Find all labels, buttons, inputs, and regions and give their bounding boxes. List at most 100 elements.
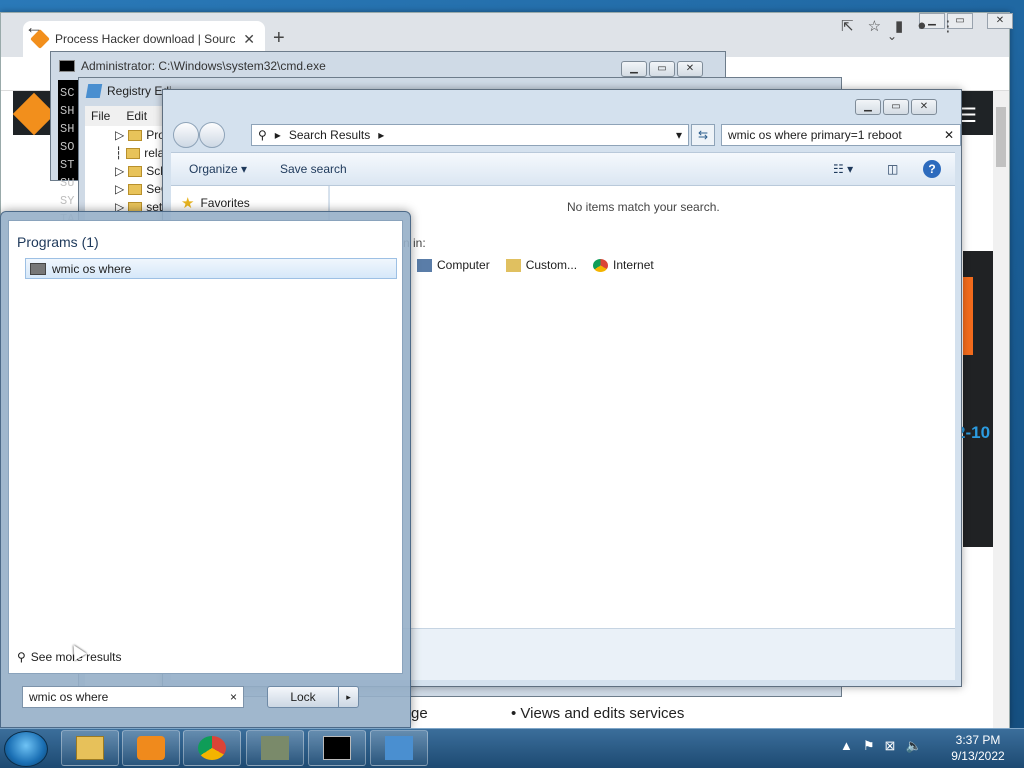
- start-menu: Programs (1) wmic os where ⚲ See more re…: [0, 211, 411, 728]
- share-icon[interactable]: ⇱: [841, 17, 854, 35]
- star-icon: ★: [181, 195, 195, 212]
- view-options-icon[interactable]: ☷ ▾: [833, 162, 853, 176]
- organize-button[interactable]: Organize ▾: [189, 162, 247, 176]
- program-icon: [30, 262, 46, 275]
- search-locations: s Computer Custom... Internet: [395, 258, 654, 272]
- page-bottom-text: • Views and edits services: [511, 705, 685, 722]
- process-hacker-icon: [261, 736, 289, 760]
- network-icon[interactable]: ⊠: [885, 738, 896, 754]
- start-search-input[interactable]: wmic os where ×: [22, 686, 244, 708]
- folder-icon: [128, 129, 143, 141]
- taskbar-chrome[interactable]: [183, 730, 241, 766]
- back-icon[interactable]: ←: [25, 17, 43, 38]
- forward-icon[interactable]: [199, 122, 225, 148]
- toolbar-icons: ⇱ ☆ ▮ ● ⋮: [841, 17, 955, 35]
- lock-button[interactable]: Lock ▸: [267, 686, 359, 708]
- breadcrumb-arrow-icon: ▸: [378, 128, 385, 142]
- search-input[interactable]: wmic os where primary=1 reboot ✕: [721, 124, 961, 146]
- cmd-titlebar[interactable]: Administrator: C:\Windows\system32\cmd.e…: [59, 56, 699, 76]
- taskbar-cmd[interactable]: [308, 730, 366, 766]
- scrollbar-thumb[interactable]: [996, 107, 1006, 167]
- volume-icon[interactable]: 🔈: [905, 738, 921, 754]
- folder-icon: [128, 183, 143, 195]
- console-icon: [323, 736, 351, 760]
- cmd-window-controls: ▁ ▭ ✕: [621, 61, 703, 77]
- regedit-titlebar[interactable]: Registry Edi: [85, 84, 172, 98]
- breadcrumb-arrow-icon: ▸: [274, 128, 281, 142]
- help-icon[interactable]: ?: [923, 160, 941, 178]
- show-hidden-icons[interactable]: ▲: [840, 738, 853, 754]
- navigation-row: ⚲ ▸ Search Results ▸ ▾ ⇆ wmic os where p…: [171, 122, 961, 150]
- taskbar-regedit[interactable]: [370, 730, 428, 766]
- menu-file[interactable]: File: [91, 109, 110, 123]
- tree-node[interactable]: ▷ Sch: [115, 164, 167, 178]
- console-line: SO: [60, 140, 75, 154]
- command-bar: Organize ▾ Save search ☷ ▾ ◫ ?: [171, 152, 955, 186]
- location-computer[interactable]: Computer: [417, 258, 490, 272]
- cmd-title: Administrator: C:\Windows\system32\cmd.e…: [81, 59, 326, 73]
- address-text: Search Results: [288, 128, 371, 142]
- console-line: SU: [60, 176, 75, 190]
- side-panel-icon[interactable]: ▮: [895, 17, 903, 35]
- page-bottom-left-text: ge: [411, 705, 428, 722]
- close-icon[interactable]: ✕: [911, 99, 937, 115]
- program-result[interactable]: wmic os where: [25, 258, 397, 279]
- start-button[interactable]: [4, 731, 48, 767]
- bookmark-star-icon[interactable]: ☆: [868, 17, 881, 35]
- shutdown-options-icon[interactable]: ▸: [338, 687, 358, 707]
- tree-node[interactable]: ┆ rela: [115, 146, 164, 160]
- close-icon[interactable]: ✕: [677, 61, 703, 77]
- folder-icon: [76, 736, 104, 760]
- menu-dots-icon[interactable]: ⋮: [940, 17, 955, 35]
- menu-edit[interactable]: Edit: [126, 109, 147, 123]
- start-results-panel: [8, 220, 403, 674]
- action-center-icon[interactable]: ⚑: [863, 738, 875, 754]
- taskbar-clock[interactable]: 3:37 PM 9/13/2022: [946, 732, 1010, 764]
- search-query: wmic os where primary=1 reboot: [728, 128, 902, 142]
- console-line: SH: [60, 122, 75, 136]
- profile-icon[interactable]: ●: [917, 17, 926, 35]
- chrome-icon: [593, 258, 609, 272]
- tab-title: Process Hacker download | SourceForge.ne…: [55, 32, 236, 46]
- location-internet[interactable]: Internet: [593, 258, 654, 272]
- search-icon: ⚲: [258, 128, 267, 142]
- maximize-icon[interactable]: ▭: [649, 61, 675, 77]
- console-lines: SC SH SH SO ST SU SY TA: [60, 84, 74, 228]
- folder-icon: [128, 165, 143, 177]
- regedit-icon: [85, 84, 103, 98]
- back-icon[interactable]: [173, 122, 199, 148]
- clear-search-icon[interactable]: ✕: [944, 128, 954, 142]
- new-tab-icon[interactable]: +: [273, 27, 285, 50]
- regedit-icon: [385, 736, 413, 760]
- close-icon[interactable]: ✕: [987, 13, 1013, 29]
- start-search-text: wmic os where: [29, 690, 109, 704]
- favorites-item[interactable]: ★ Favorites: [181, 194, 250, 212]
- preview-pane-icon[interactable]: ◫: [887, 162, 898, 176]
- minimize-icon[interactable]: ▁: [855, 99, 881, 115]
- console-line: SH: [60, 104, 75, 118]
- folder-icon: [505, 258, 521, 272]
- lock-label[interactable]: Lock: [268, 687, 338, 707]
- save-search-button[interactable]: Save search: [280, 162, 347, 176]
- computer-icon: [417, 258, 432, 272]
- address-bar[interactable]: ⚲ ▸ Search Results ▸ ▾: [251, 124, 689, 146]
- page-scrollbar[interactable]: [993, 91, 1009, 729]
- clock-time: 3:37 PM: [955, 733, 1001, 747]
- maximize-icon[interactable]: ▭: [883, 99, 909, 115]
- tab-close-icon[interactable]: ✕: [243, 31, 255, 48]
- folder-icon: [126, 147, 141, 159]
- console-line: SY: [60, 194, 75, 208]
- ad-graphic: [963, 277, 973, 355]
- taskbar-media-player[interactable]: [122, 730, 180, 766]
- console-icon: [59, 60, 75, 72]
- clear-search-icon[interactable]: ×: [230, 690, 237, 704]
- minimize-icon[interactable]: ▁: [621, 61, 647, 77]
- chrome-icon: [198, 736, 226, 760]
- taskbar-process-hacker[interactable]: [246, 730, 304, 766]
- explorer-window-controls: ▁ ▭ ✕: [855, 99, 937, 115]
- console-line: ST: [60, 158, 75, 172]
- refresh-icon[interactable]: ⇆: [691, 124, 715, 146]
- location-custom[interactable]: Custom...: [505, 258, 577, 272]
- taskbar-explorer[interactable]: [61, 730, 119, 766]
- address-dropdown-icon[interactable]: ▾: [676, 128, 682, 142]
